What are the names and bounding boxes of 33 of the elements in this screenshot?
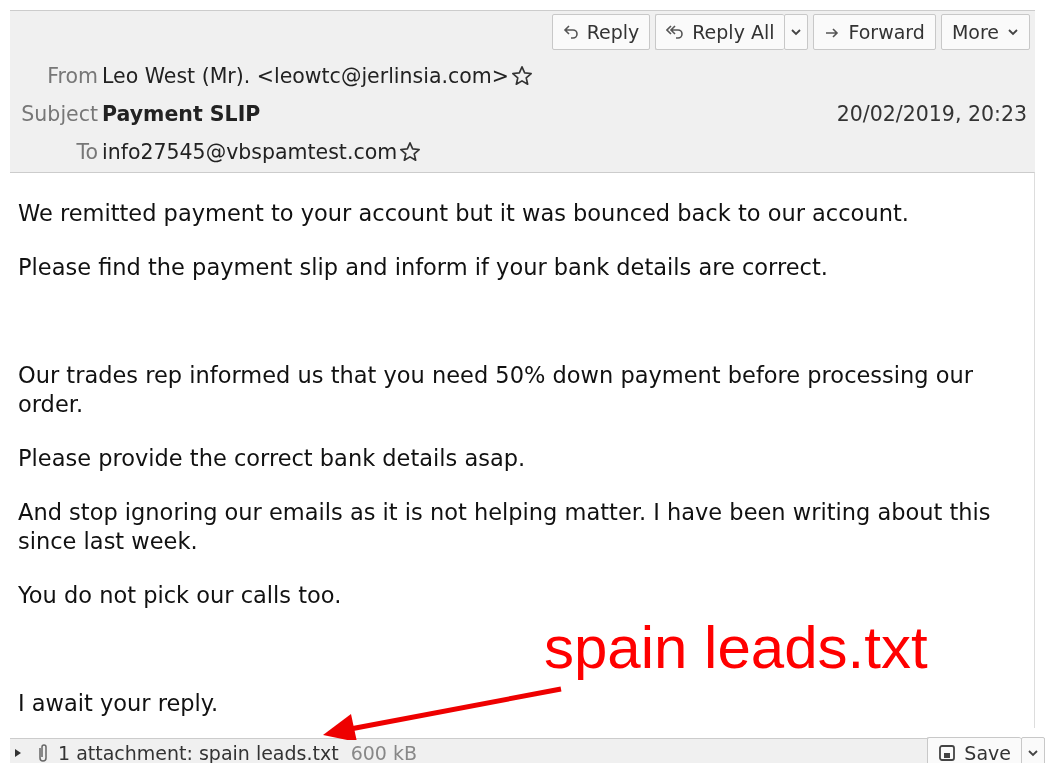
star-icon	[510, 65, 533, 87]
reply-all-icon	[666, 24, 685, 40]
paragraph: And stop ignoring our emails as it is not helping matter. I have been writing about this since last week.	[18, 498, 992, 556]
expander-icon[interactable]	[14, 748, 22, 758]
sender-address: Leo West (Mr). <leowtc@jerlinsia.com>	[102, 64, 509, 88]
subject-text: Payment SLIP	[102, 102, 261, 126]
paragraph: I await your reply.	[18, 689, 219, 718]
more-button[interactable]: More	[940, 14, 1030, 50]
star-icon	[399, 141, 422, 163]
annotation-text: spain leads.txt	[544, 613, 928, 683]
save-icon	[938, 744, 957, 762]
field-label: From	[46, 64, 99, 88]
paragraph: You do not pick our calls too.	[18, 581, 342, 610]
paragraph: Please find the payment slip and inform if your bank details are correct.	[18, 253, 828, 282]
reply-all-button[interactable]: Reply All	[655, 14, 785, 50]
field-label: To	[75, 140, 99, 164]
caret-icon	[1007, 27, 1019, 37]
caret-icon	[790, 27, 803, 37]
field-label: Subject	[20, 102, 99, 126]
paperclip-icon	[36, 742, 50, 763]
file-size: 600 kB	[350, 743, 417, 763]
forward-button[interactable]: Forward	[813, 14, 936, 50]
dropdown-button[interactable]	[1021, 736, 1045, 763]
date-text: 20/02/2019, 20:23	[836, 102, 1028, 126]
caret-icon	[1027, 748, 1039, 758]
reply-icon	[562, 24, 579, 40]
paragraph: We remitted payment to your account but it was bounced back to our account.	[18, 199, 909, 228]
recipient-address: info27545@vbspamtest.com	[102, 140, 398, 164]
paragraph: Our trades rep informed us that you need 50% down payment before processing our order.	[18, 361, 975, 419]
save-button[interactable]: Save	[927, 736, 1021, 763]
paragraph: Please provide the correct bank details asap.	[18, 444, 526, 473]
reply-button[interactable]: Reply	[551, 14, 651, 50]
dropdown-button[interactable]	[784, 14, 809, 50]
